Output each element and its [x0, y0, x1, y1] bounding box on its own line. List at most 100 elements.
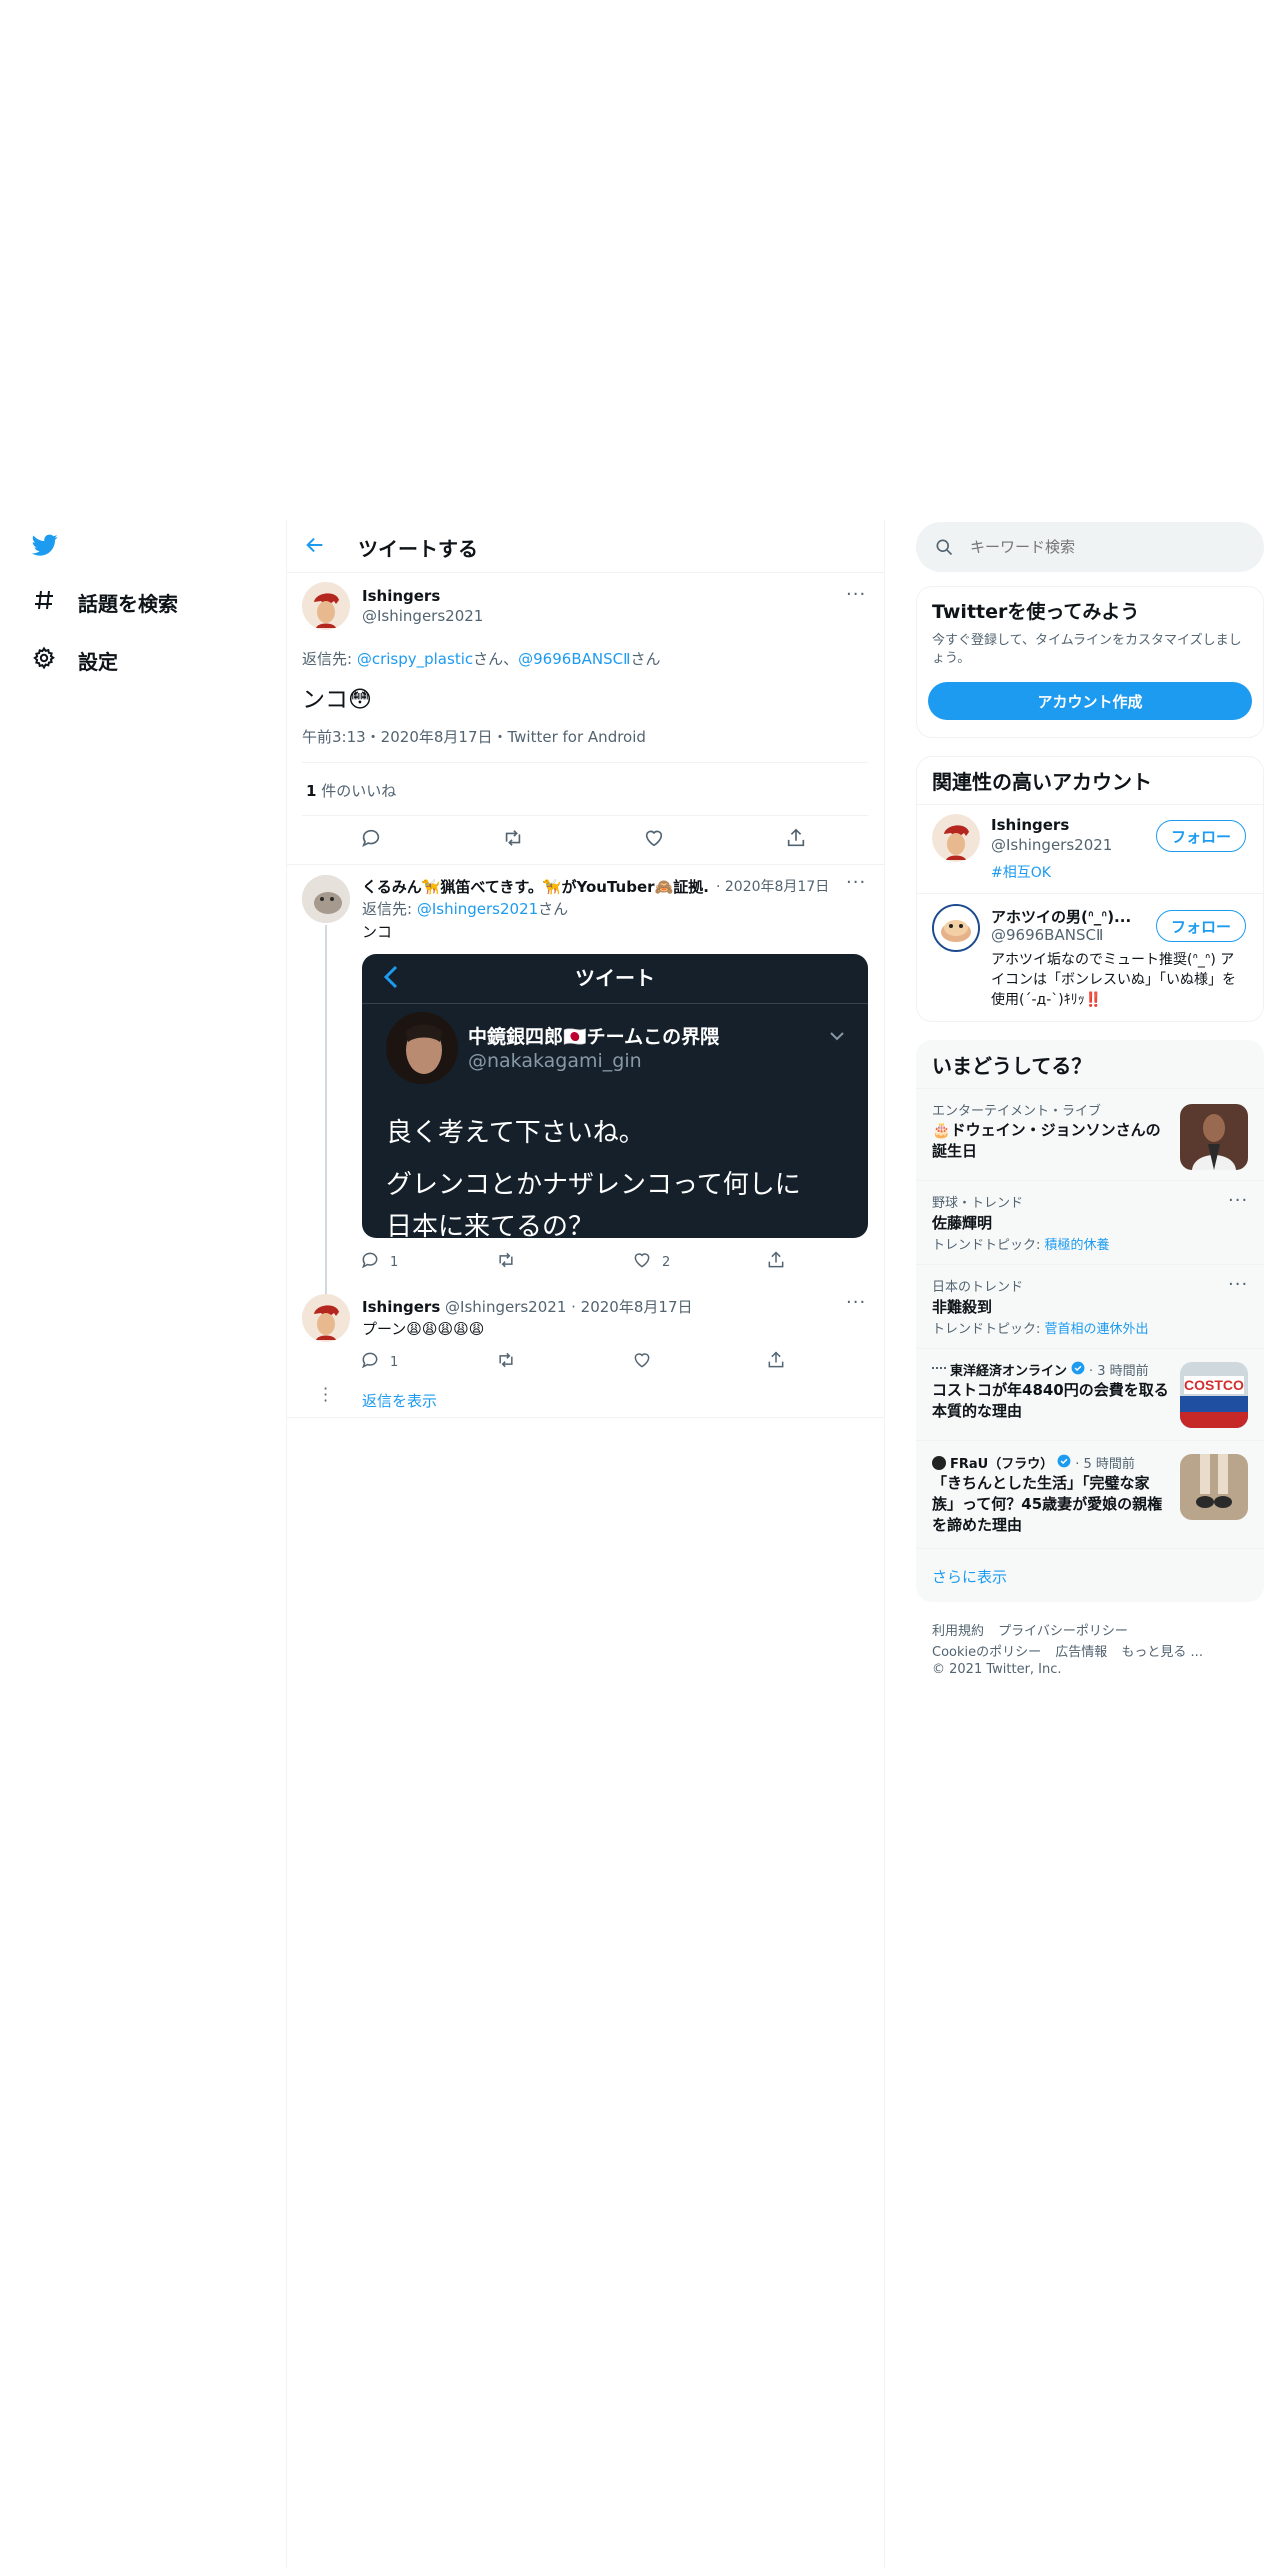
reply-author[interactable]: Ishingers @Ishingers2021 · 2020年8月17日	[362, 1296, 692, 1317]
divider	[302, 815, 868, 816]
news-title[interactable]: 「きちんとした生活」「完璧な家族」って何？45歳妻が愛娘の親権を諦めた理由	[932, 1473, 1170, 1536]
trends-title: いまどうしてる？	[932, 1054, 1092, 1078]
divider	[916, 1440, 1264, 1441]
tweet-meta: 午前3:13・2020年8月17日・Twitter for Android	[302, 728, 646, 746]
retweet-icon[interactable]	[496, 1250, 516, 1274]
account-handle[interactable]: @Ishingers2021	[991, 836, 1112, 854]
share-icon[interactable]	[766, 1350, 786, 1374]
source-logo-icon	[932, 1455, 946, 1470]
search-icon	[934, 537, 954, 561]
like-icon	[632, 1250, 652, 1274]
trend-title: 🎂ドウェイン・ジョンソンさんの誕生日	[932, 1121, 1161, 1160]
trend-topic-link[interactable]: 菅首相の連休外出	[1045, 1322, 1149, 1337]
reply-author-name: Ishingers	[362, 1298, 441, 1316]
reply-button[interactable]: 1	[360, 1350, 398, 1374]
nav-settings[interactable]: 設定	[32, 646, 118, 675]
avatar[interactable]	[302, 582, 350, 630]
copyright: © 2021 Twitter, Inc.	[932, 1662, 1062, 1677]
like-icon[interactable]	[643, 827, 665, 853]
account-name[interactable]: アホツイの男(ᐢ_ᐢ)...	[991, 906, 1131, 927]
more-icon[interactable]: ···	[1228, 1190, 1248, 1211]
avatar[interactable]	[302, 875, 350, 923]
nav-explore-label: 話題を検索	[78, 592, 178, 616]
like-icon[interactable]	[632, 1350, 652, 1374]
reply-mention-2[interactable]: @9696BANSCⅡ	[518, 650, 630, 668]
avatar[interactable]	[932, 904, 980, 952]
reply-mention[interactable]: @Ishingers2021	[417, 900, 538, 918]
news-title[interactable]: コストコが年4840円の会費を取る本質的な理由	[932, 1380, 1170, 1422]
likes-label: 件のいいね	[321, 782, 397, 800]
reply-button[interactable]: 1	[360, 1250, 398, 1274]
follow-button[interactable]: フォロー	[1156, 820, 1246, 852]
signup-title: Twitterを使ってみよう	[932, 601, 1140, 623]
create-account-button[interactable]: アカウント作成	[928, 682, 1252, 720]
divider	[917, 804, 1263, 805]
retweet-icon[interactable]	[496, 1350, 516, 1374]
reply-author-name[interactable]: くるみん🦮猟笛べてきす。🦮がYouTuber🙈証拠...	[362, 876, 708, 897]
reply-prefix: 返信先:	[362, 900, 417, 918]
reply-sep: さん、	[473, 650, 519, 668]
divider	[286, 864, 884, 865]
divider	[302, 762, 868, 763]
retweet-icon[interactable]	[502, 827, 524, 853]
account-bio[interactable]: #相互OK	[991, 862, 1051, 882]
tweet-text: ンコ😳	[302, 687, 372, 713]
verified-icon	[1057, 1454, 1071, 1472]
back-arrow-icon[interactable]	[304, 534, 326, 560]
divider	[916, 1264, 1264, 1265]
trend-topic-link[interactable]: 積極的休養	[1045, 1238, 1110, 1253]
footer-cookie-link[interactable]: Cookieのポリシー	[932, 1645, 1041, 1660]
reply-mention-1[interactable]: @crispy_plastic	[357, 650, 473, 668]
share-icon[interactable]	[785, 827, 807, 853]
avatar[interactable]	[302, 1294, 350, 1342]
news-source: FRaU（フラウ） · 5 時間前	[932, 1453, 1135, 1472]
divider	[362, 1003, 868, 1004]
trend-title[interactable]: 佐藤輝明	[932, 1212, 992, 1233]
signup-desc: 今すぐ登録して、タイムラインをカスタマイズしましょう。	[932, 633, 1242, 666]
news-source: 東洋経済オンライン · 3 時間前	[932, 1360, 1149, 1379]
more-icon[interactable]: ···	[846, 584, 866, 605]
follow-button[interactable]: フォロー	[1156, 910, 1246, 942]
avatar[interactable]	[932, 814, 980, 862]
thread-dots: · · ·	[323, 1379, 329, 1410]
trend-topic-prefix: トレンドトピック:	[932, 1322, 1045, 1337]
footer-ads-link[interactable]: 広告情報	[1055, 1645, 1107, 1660]
show-replies-link[interactable]: 返信を表示	[362, 1390, 437, 1411]
show-more-link[interactable]: さらに表示	[932, 1566, 1007, 1587]
gear-icon	[32, 646, 56, 675]
page-title: ツイートする	[358, 537, 478, 561]
trend-title[interactable]: 非難殺到	[932, 1296, 992, 1317]
search-bar[interactable]	[916, 522, 1264, 572]
reply-date[interactable]: · 2020年8月17日	[716, 876, 829, 896]
more-icon[interactable]: ···	[846, 1292, 866, 1313]
footer-terms-link[interactable]: 利用規約	[932, 1624, 984, 1639]
divider	[286, 1417, 884, 1418]
likes-summary[interactable]: 1 件のいいね	[306, 780, 396, 801]
account-handle[interactable]: @9696BANSCⅡ	[991, 926, 1103, 944]
verified-icon	[1071, 1361, 1085, 1379]
column-divider-left	[286, 520, 287, 2568]
tweet-image[interactable]: ツイート 中鏡銀四郎🇯🇵チームこの界隈 @nakakagami_gin 良く考え…	[362, 954, 868, 1238]
like-button[interactable]: 2	[632, 1250, 670, 1274]
divider	[286, 572, 884, 573]
relevant-title: 関連性の高いアカウント	[932, 770, 1152, 794]
more-icon[interactable]: ···	[846, 872, 866, 893]
search-input[interactable]	[970, 532, 1250, 562]
divider	[916, 1088, 1264, 1089]
footer-more-link[interactable]: もっと見る ...	[1121, 1645, 1203, 1660]
twitter-logo-icon[interactable]	[30, 532, 60, 562]
quoted-line-2: グレンコとかナザレンコって何しに	[386, 1170, 801, 1200]
share-icon[interactable]	[766, 1250, 786, 1274]
image-header-title: ツイート	[575, 966, 655, 990]
reply-icon	[360, 1250, 380, 1274]
nav-explore[interactable]: 話題を検索	[32, 588, 178, 617]
tweet-author-name[interactable]: Ishingers	[362, 587, 440, 605]
tweet-author-handle[interactable]: @Ishingers2021	[362, 607, 483, 625]
trend-topic: トレンドトピック: 積極的休養	[932, 1234, 1110, 1253]
footer-privacy-link[interactable]: プライバシーポリシー	[998, 1624, 1128, 1639]
divider	[916, 1548, 1264, 1549]
reply-icon[interactable]	[360, 827, 382, 853]
more-icon[interactable]: ···	[1228, 1274, 1248, 1295]
trend-category: エンターテイメント・ライブ	[932, 1104, 1102, 1119]
account-name[interactable]: Ishingers	[991, 816, 1069, 834]
